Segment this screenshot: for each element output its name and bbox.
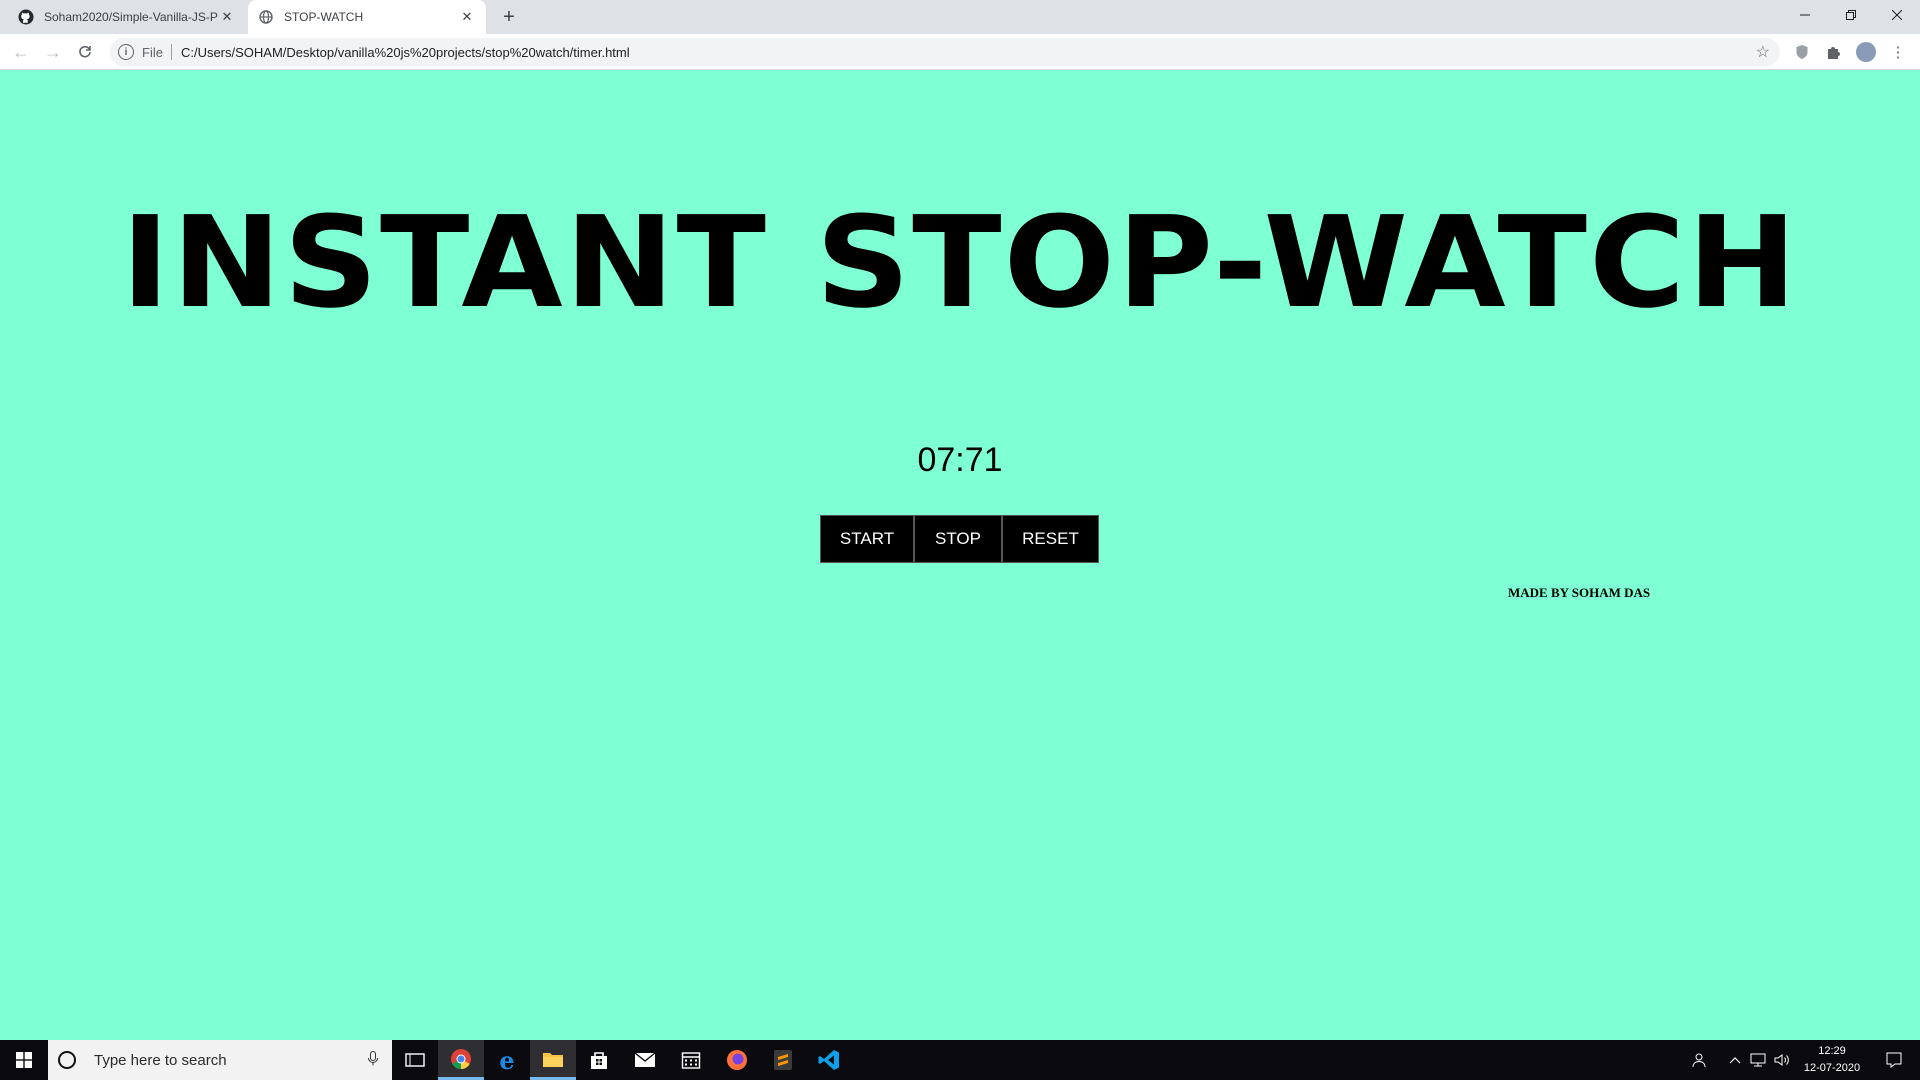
chrome-icon[interactable]	[438, 1040, 484, 1080]
new-tab-button[interactable]: +	[496, 6, 522, 28]
clock-date: 12-07-2020	[1803, 1062, 1861, 1074]
file-explorer-icon[interactable]	[530, 1040, 576, 1080]
people-icon[interactable]	[1688, 1040, 1712, 1080]
windows-taskbar: Type here to search e 12:29 12-07-2020	[0, 1040, 1920, 1080]
tab-stop-watch[interactable]: STOP-WATCH ✕	[248, 0, 486, 34]
search-placeholder: Type here to search	[94, 1051, 227, 1069]
timer-display: 07:71	[917, 441, 1003, 479]
globe-icon	[258, 9, 274, 25]
stop-button[interactable]: STOP	[914, 515, 1002, 563]
taskbar-apps: e	[392, 1040, 852, 1080]
network-icon[interactable]	[1748, 1040, 1768, 1080]
notification-icon[interactable]	[1874, 1040, 1914, 1080]
reset-button[interactable]: RESET	[1002, 515, 1099, 563]
tab-github-repo[interactable]: Soham2020/Simple-Vanilla-JS-Pr ✕	[8, 0, 246, 34]
browser-toolbar: ← → i File C:/Users/SOHAM/Desktop/vanill…	[0, 34, 1920, 70]
author-credit: MADE BY SOHAM DAS	[1508, 585, 1651, 600]
tab-strip: Soham2020/Simple-Vanilla-JS-Pr ✕ STOP-WA…	[0, 0, 1920, 34]
puzzle-extensions-icon[interactable]	[1824, 42, 1844, 62]
scheme-label: File	[142, 44, 163, 60]
shield-extension-icon[interactable]	[1792, 42, 1812, 62]
control-buttons: START STOP RESET	[820, 515, 1099, 563]
mail-icon[interactable]	[622, 1040, 668, 1080]
firefox-icon[interactable]	[714, 1040, 760, 1080]
clock-time: 12:29	[1818, 1045, 1846, 1057]
tab-title: Soham2020/Simple-Vanilla-JS-Pr	[44, 10, 218, 24]
minimize-icon[interactable]	[1782, 0, 1828, 30]
calendar-icon[interactable]	[668, 1040, 714, 1080]
restore-icon[interactable]	[1828, 0, 1874, 30]
back-arrow-icon[interactable]: ←	[8, 39, 34, 65]
github-icon	[18, 9, 34, 25]
info-icon[interactable]: i	[118, 44, 134, 60]
windows-start-icon[interactable]	[0, 1040, 48, 1080]
start-button[interactable]: START	[820, 515, 914, 563]
cortana-icon	[58, 1051, 76, 1069]
close-icon[interactable]: ✕	[458, 8, 476, 26]
task-view-icon[interactable]	[392, 1040, 438, 1080]
address-bar[interactable]: i File C:/Users/SOHAM/Desktop/vanilla%20…	[110, 38, 1780, 66]
volume-icon[interactable]	[1772, 1040, 1792, 1080]
close-window-icon[interactable]	[1874, 0, 1920, 30]
page-content: INSTANT STOP-WATCH 07:71 START STOP RESE…	[0, 71, 1920, 1040]
edge-icon[interactable]: e	[484, 1040, 530, 1080]
profile-avatar[interactable]	[1856, 42, 1876, 62]
system-clock[interactable]: 12:29 12-07-2020	[1792, 1043, 1872, 1077]
divider	[170, 44, 172, 60]
star-icon[interactable]: ☆	[1756, 42, 1770, 62]
forward-arrow-icon[interactable]: →	[40, 39, 66, 65]
microphone-icon[interactable]	[368, 1051, 378, 1071]
page-title: INSTANT STOP-WATCH	[120, 189, 1800, 336]
chevron-up-icon[interactable]	[1726, 1040, 1744, 1080]
vscode-icon[interactable]	[806, 1040, 852, 1080]
taskbar-search-input[interactable]: Type here to search	[48, 1040, 392, 1080]
more-menu-icon[interactable]: ⋮	[1888, 42, 1908, 62]
sublime-text-icon[interactable]	[760, 1040, 806, 1080]
reload-icon[interactable]	[72, 39, 98, 65]
store-icon[interactable]	[576, 1040, 622, 1080]
tab-title: STOP-WATCH	[284, 10, 364, 24]
close-icon[interactable]: ✕	[218, 8, 236, 26]
url-text[interactable]: C:/Users/SOHAM/Desktop/vanilla%20js%20pr…	[181, 45, 630, 60]
